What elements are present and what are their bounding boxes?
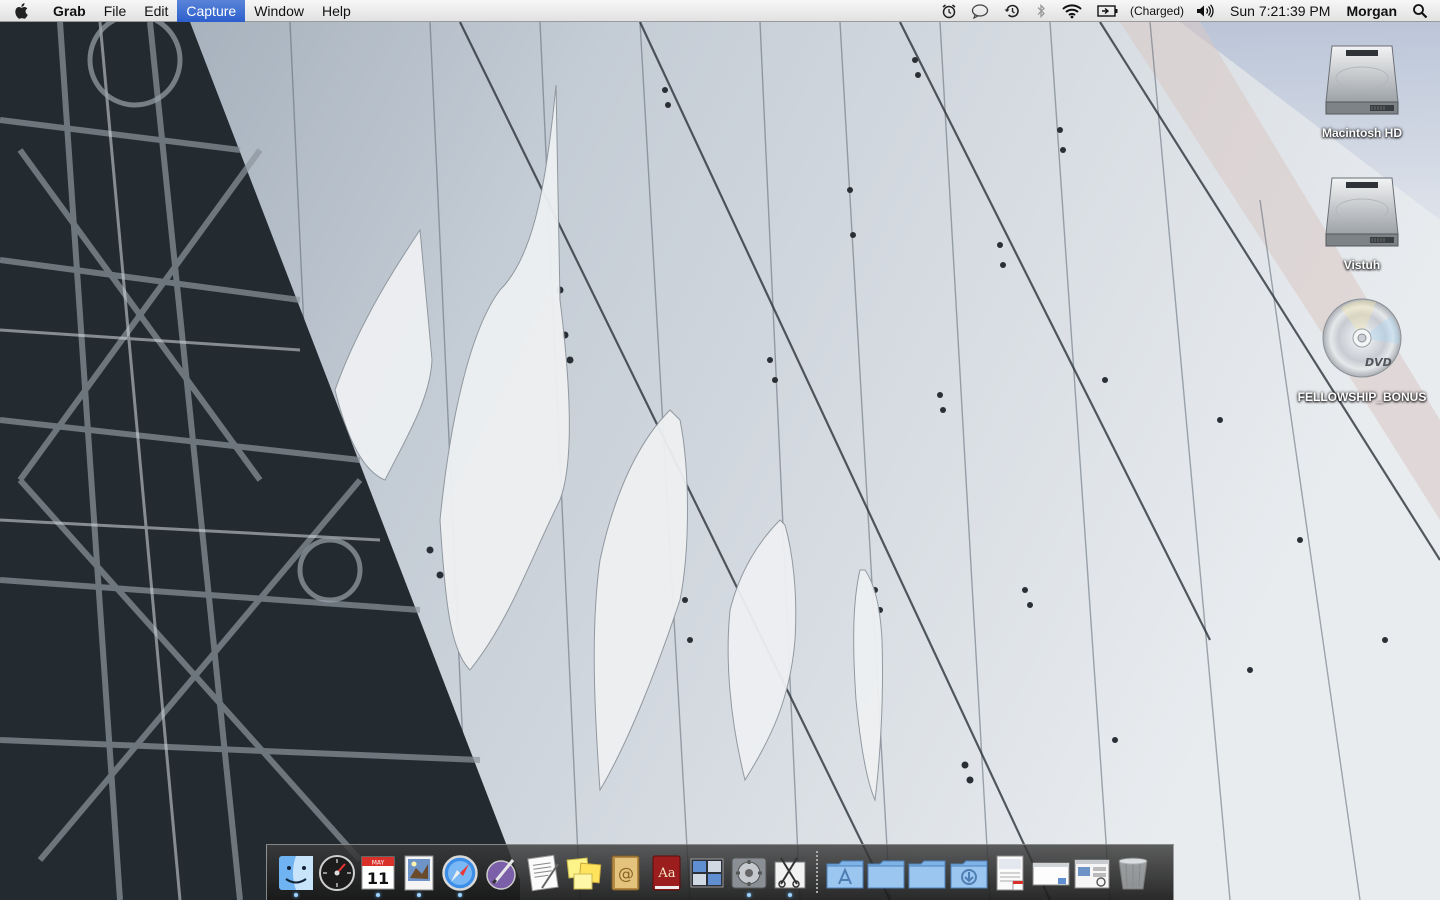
spotlight-menu[interactable] bbox=[1405, 0, 1440, 22]
apple-icon bbox=[15, 2, 28, 19]
apple-menu[interactable] bbox=[0, 0, 44, 22]
system-preferences-icon bbox=[731, 857, 767, 888]
spaces-icon bbox=[690, 858, 724, 887]
running-indicator bbox=[458, 892, 463, 897]
dock-separator bbox=[816, 850, 819, 895]
dock-item-trash[interactable] bbox=[1113, 848, 1153, 898]
running-indicator bbox=[787, 892, 792, 897]
wifi-icon bbox=[1062, 3, 1082, 18]
hard-drive-icon bbox=[1325, 45, 1399, 115]
alarm-clock-icon bbox=[942, 3, 956, 18]
window-thumbnail-icon bbox=[1032, 862, 1070, 885]
applications-folder-icon bbox=[826, 860, 864, 888]
desktop-icon-label: FELLOWSHIP_BONUS bbox=[1297, 390, 1427, 404]
battery-menu[interactable] bbox=[1090, 0, 1126, 22]
finder-icon bbox=[278, 855, 313, 890]
menu-clock[interactable]: Sun 7:21:39 PM bbox=[1222, 0, 1338, 22]
dock-item-ical[interactable]: MAY 11 bbox=[358, 848, 398, 898]
hard-drive-icon bbox=[1325, 177, 1399, 247]
dock-item-address-book[interactable]: @ bbox=[605, 848, 645, 898]
textedit-icon bbox=[527, 854, 559, 891]
dock-stack-document-2[interactable] bbox=[1031, 848, 1071, 898]
dock: MAY 11 @ Aa bbox=[266, 844, 1174, 900]
desktop-icon-fellowship-bonus[interactable]: DVD FELLOWSHIP_BONUS bbox=[1292, 296, 1432, 404]
bluetooth-icon bbox=[1037, 3, 1045, 18]
dock-item-finder[interactable] bbox=[276, 848, 316, 898]
desktop-wallpaper bbox=[0, 0, 1440, 900]
dock-stack-applications[interactable] bbox=[825, 848, 865, 898]
volume-icon bbox=[1197, 3, 1214, 18]
dock-item-grab[interactable] bbox=[770, 848, 810, 898]
menu-capture[interactable]: Capture bbox=[177, 0, 246, 22]
alarm-clock-menu[interactable] bbox=[934, 0, 964, 22]
dvd-icon: DVD bbox=[1322, 298, 1402, 378]
dock-stack-document-3[interactable] bbox=[1072, 848, 1112, 898]
dock-item-dictionary[interactable]: Aa bbox=[646, 848, 686, 898]
running-indicator bbox=[746, 892, 751, 897]
running-indicator bbox=[375, 892, 380, 897]
chat-status-menu[interactable] bbox=[964, 0, 996, 22]
desktop-icon-label: Macintosh HD bbox=[1321, 126, 1402, 140]
menu-help[interactable]: Help bbox=[313, 0, 360, 22]
dock-stack-documents[interactable] bbox=[866, 848, 906, 898]
menu-file[interactable]: File bbox=[95, 0, 136, 22]
dock-stack-document-1[interactable] bbox=[990, 848, 1030, 898]
user-menu[interactable]: Morgan bbox=[1338, 0, 1405, 22]
ical-month: MAY bbox=[372, 859, 385, 866]
dock-item-textedit[interactable] bbox=[523, 848, 563, 898]
dock-item-stickies[interactable] bbox=[564, 848, 604, 898]
dock-item-system-preferences[interactable] bbox=[729, 848, 769, 898]
battery-icon bbox=[1097, 4, 1118, 17]
dock-item-dashboard[interactable] bbox=[317, 848, 357, 898]
dock-item-script-editor[interactable] bbox=[482, 848, 522, 898]
ical-icon: MAY 11 bbox=[361, 856, 395, 889]
preview-icon bbox=[404, 855, 434, 890]
time-machine-menu[interactable] bbox=[996, 0, 1028, 22]
running-indicator bbox=[293, 892, 298, 897]
ical-day: 11 bbox=[367, 869, 389, 888]
stickies-icon bbox=[566, 856, 602, 889]
volume-menu[interactable] bbox=[1188, 0, 1222, 22]
trash-icon bbox=[1118, 857, 1148, 889]
running-indicator bbox=[417, 892, 422, 897]
address-book-icon: @ bbox=[611, 855, 640, 890]
grab-icon bbox=[774, 856, 806, 888]
downloads-folder-icon bbox=[950, 860, 988, 888]
battery-status-text[interactable]: (Charged) bbox=[1126, 0, 1188, 22]
menu-edit[interactable]: Edit bbox=[135, 0, 177, 22]
folder-icon bbox=[867, 860, 905, 888]
dictionary-icon: Aa bbox=[652, 855, 681, 890]
chat-bubble-icon bbox=[971, 3, 989, 19]
time-machine-icon bbox=[1004, 4, 1019, 17]
svg-text:DVD: DVD bbox=[1365, 356, 1392, 369]
dock-stack-downloads[interactable] bbox=[949, 848, 989, 898]
svg-text:Aa: Aa bbox=[658, 866, 676, 881]
dock-item-preview[interactable] bbox=[399, 848, 439, 898]
wallpaper-image bbox=[0, 0, 1440, 900]
menu-app-name[interactable]: Grab bbox=[44, 0, 95, 22]
dashboard-icon bbox=[318, 854, 355, 891]
bluetooth-menu[interactable] bbox=[1028, 0, 1054, 22]
spotlight-icon bbox=[1413, 3, 1428, 18]
wifi-menu[interactable] bbox=[1054, 0, 1090, 22]
desktop-icon-label: Vistuh bbox=[1343, 258, 1381, 272]
document-thumbnail-icon bbox=[996, 855, 1024, 890]
screenshot-thumbnail-icon bbox=[1074, 859, 1110, 888]
svg-text:@: @ bbox=[618, 864, 634, 883]
menu-bar: Grab File Edit Capture Window Help (Char… bbox=[0, 0, 1440, 22]
folder-icon bbox=[908, 860, 946, 888]
dock-item-spaces[interactable] bbox=[687, 848, 727, 898]
desktop-icon-vistuh[interactable]: Vistuh bbox=[1292, 164, 1432, 272]
dock-item-safari[interactable] bbox=[440, 848, 480, 898]
menu-window[interactable]: Window bbox=[245, 0, 313, 22]
safari-icon bbox=[442, 854, 479, 891]
desktop-icon-macintosh-hd[interactable]: Macintosh HD bbox=[1292, 32, 1432, 140]
dock-stack-folder[interactable] bbox=[907, 848, 947, 898]
script-editor-icon bbox=[485, 858, 516, 890]
